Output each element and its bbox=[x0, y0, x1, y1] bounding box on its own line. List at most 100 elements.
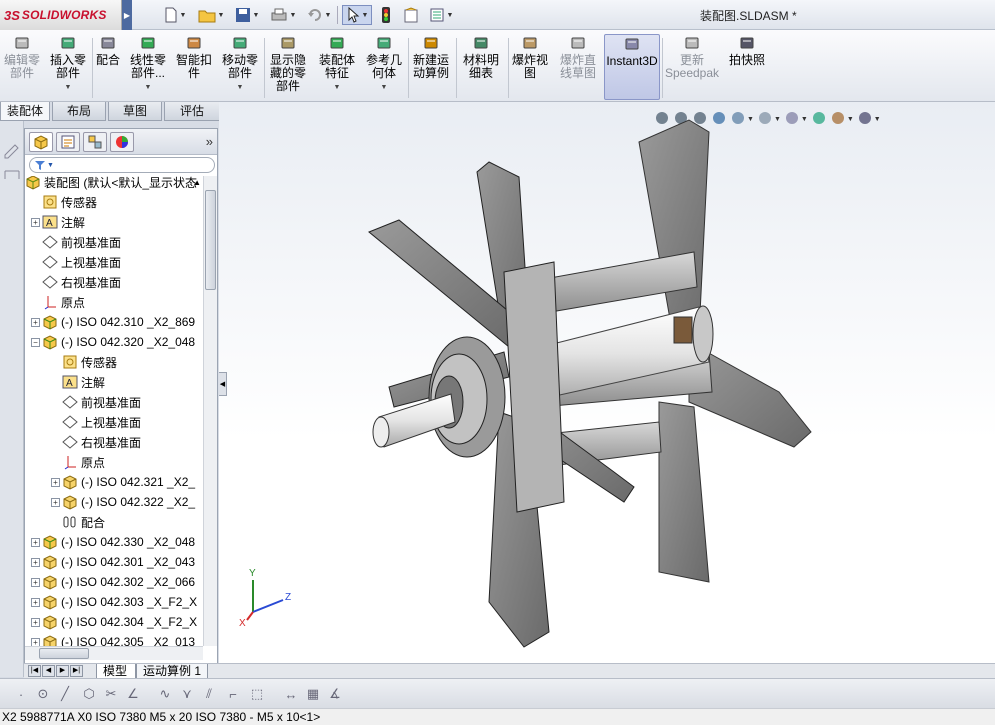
last-tab-icon[interactable]: ▶| bbox=[70, 665, 83, 677]
polygon-icon[interactable]: ⬡ bbox=[80, 685, 98, 703]
tree-item[interactable]: 上视基准面 bbox=[25, 252, 203, 272]
trim-icon[interactable]: ✂ bbox=[102, 685, 120, 703]
tree-expander[interactable]: − bbox=[31, 337, 40, 347]
first-tab-icon[interactable]: |◀ bbox=[28, 665, 41, 677]
tree-expander[interactable]: + bbox=[31, 637, 40, 646]
centerline-rect-icon[interactable]: ⬚ bbox=[248, 685, 266, 703]
linear-pattern-button[interactable]: 线性零 部件... ▼ bbox=[126, 34, 170, 100]
command-tab[interactable]: 评估 bbox=[164, 102, 220, 121]
scrollbar-thumb[interactable] bbox=[39, 648, 89, 659]
exploded-view-button[interactable]: 爆炸视 图 bbox=[508, 34, 552, 100]
snapshot-button[interactable]: 拍快照 bbox=[722, 34, 772, 100]
tree-expander[interactable]: + bbox=[31, 217, 40, 227]
tree-expander[interactable]: + bbox=[31, 537, 40, 547]
edit-component-button[interactable]: 编辑零 部件 bbox=[0, 34, 44, 100]
tree-item[interactable]: + (-) ISO 042.304 _X_F2_X bbox=[25, 612, 203, 632]
tree-item[interactable]: 原点 bbox=[25, 292, 203, 312]
line-icon[interactable]: ╱ bbox=[56, 685, 74, 703]
offset-icon[interactable]: ⫽ bbox=[200, 685, 218, 703]
corner-rectangle-icon[interactable]: ⌐ bbox=[224, 685, 242, 703]
menu-expand-arrow-icon[interactable]: ▶ bbox=[122, 0, 132, 30]
tree-item[interactable]: + (-) ISO 042.303 _X_F2_X bbox=[25, 592, 203, 612]
tree-item[interactable]: 传感器 bbox=[25, 352, 203, 372]
featuremanager-tab[interactable] bbox=[29, 132, 53, 152]
tree-filter[interactable]: ▼ bbox=[29, 157, 215, 173]
tree-item[interactable]: A 注解 bbox=[25, 372, 203, 392]
dropdown-arrow-icon[interactable]: ▼ bbox=[65, 81, 72, 94]
show-hidden-components-button[interactable]: 显示隐 藏的零 部件 bbox=[264, 34, 312, 100]
assembly-features-button[interactable]: 装配体 特征 ▼ bbox=[314, 34, 360, 100]
dropdown-arrow-icon[interactable]: ▼ bbox=[334, 81, 341, 94]
dropdown-arrow-icon[interactable]: ▼ bbox=[145, 81, 152, 94]
tree-item[interactable]: 装配图 (默认<默认_显示状态 ▲ bbox=[25, 176, 203, 192]
command-tab[interactable]: 布局 bbox=[52, 102, 106, 121]
sketch-icon[interactable] bbox=[3, 141, 21, 159]
file-properties-button[interactable] bbox=[400, 5, 422, 25]
solidworks-logo[interactable]: 3S SOLIDWORKS bbox=[0, 0, 122, 30]
command-tab[interactable]: 草图 bbox=[108, 102, 162, 121]
tree-expander[interactable]: + bbox=[31, 597, 40, 607]
circle-icon[interactable]: ⊙ bbox=[34, 685, 52, 703]
new-document-button[interactable]: ▼ bbox=[160, 5, 190, 25]
scrollbar-thumb[interactable] bbox=[205, 190, 216, 290]
dropdown-arrow-icon[interactable]: ▼ bbox=[381, 81, 388, 94]
mirror-icon[interactable]: ⋎ bbox=[178, 685, 196, 703]
command-tab[interactable]: 装配体 bbox=[0, 102, 50, 121]
tree-item[interactable]: 配合 bbox=[25, 512, 203, 532]
tree-expander[interactable]: + bbox=[31, 617, 40, 627]
tree-item[interactable]: 前视基准面 bbox=[25, 232, 203, 252]
reference-geometry-button[interactable]: 参考几 何体 ▼ bbox=[362, 34, 406, 100]
graphics-area[interactable]: ◀ ▼ ▼ ▼ ▼ ▼ Y Z X bbox=[219, 102, 995, 663]
tree-item[interactable]: + (-) ISO 042.330 _X2_048 bbox=[25, 532, 203, 552]
tree-expander[interactable]: + bbox=[31, 557, 40, 567]
undo-button[interactable]: ▼ bbox=[304, 5, 334, 25]
displaymanager-tab[interactable] bbox=[110, 132, 134, 152]
mate-button[interactable]: 配合 bbox=[92, 34, 124, 100]
assembly-model-view[interactable]: Y Z X bbox=[219, 102, 995, 663]
tree-item[interactable]: + (-) ISO 042.305 _X2_013 bbox=[25, 632, 203, 646]
spline-icon[interactable]: ∿ bbox=[156, 685, 174, 703]
save-button[interactable]: ▼ bbox=[232, 5, 262, 25]
tree-item[interactable]: + (-) ISO 042.301 _X2_043 bbox=[25, 552, 203, 572]
model-tab[interactable]: 运动算例 1 bbox=[136, 664, 208, 679]
tree-item[interactable]: + (-) ISO 042.302 _X2_066 bbox=[25, 572, 203, 592]
tree-item[interactable]: − (-) ISO 042.320 _X2_048 bbox=[25, 332, 203, 352]
tree-item[interactable]: 右视基准面 bbox=[25, 272, 203, 292]
grid-icon[interactable]: ▦ bbox=[304, 685, 322, 703]
smart-dimension-icon[interactable] bbox=[3, 165, 21, 183]
next-tab-icon[interactable]: ▶ bbox=[56, 665, 69, 677]
tree-expander[interactable]: + bbox=[31, 577, 40, 587]
angle-line-icon[interactable]: ∠ bbox=[124, 685, 142, 703]
angle-icon[interactable]: ∡ bbox=[326, 685, 344, 703]
prev-tab-icon[interactable]: ◀ bbox=[42, 665, 55, 677]
tree-item[interactable]: 上视基准面 bbox=[25, 412, 203, 432]
tree-item[interactable]: 原点 bbox=[25, 452, 203, 472]
propertymanager-tab[interactable] bbox=[56, 132, 80, 152]
dropdown-arrow-icon[interactable]: ▼ bbox=[237, 81, 244, 94]
tree-item[interactable]: 右视基准面 bbox=[25, 432, 203, 452]
insert-component-button[interactable]: 插入零 部件 ▼ bbox=[46, 34, 90, 100]
tree-expander[interactable]: + bbox=[31, 317, 40, 327]
explode-line-sketch-button[interactable]: 爆炸直 线草图 bbox=[554, 34, 602, 100]
open-button[interactable]: ▼ bbox=[196, 5, 226, 25]
options-button[interactable]: ▼ bbox=[426, 5, 456, 25]
point-icon[interactable]: · bbox=[12, 685, 30, 703]
select-button[interactable]: ▼ bbox=[342, 5, 372, 25]
tree-item[interactable]: 前视基准面 bbox=[25, 392, 203, 412]
smart-fasteners-button[interactable]: 智能扣 件 bbox=[172, 34, 216, 100]
tree-item[interactable]: + (-) ISO 042.321 _X2_ bbox=[25, 472, 203, 492]
tree-item[interactable]: + (-) ISO 042.310 _X2_869 bbox=[25, 312, 203, 332]
print-button[interactable]: ▼ bbox=[268, 5, 298, 25]
more-tabs-button[interactable]: » bbox=[206, 134, 213, 149]
new-motion-study-button[interactable]: 新建运 动算例 bbox=[408, 34, 454, 100]
tree-item[interactable]: + A 注解 bbox=[25, 212, 203, 232]
tree-expander[interactable]: + bbox=[51, 497, 60, 507]
tree-item[interactable]: + (-) ISO 042.322 _X2_ bbox=[25, 492, 203, 512]
move-component-button[interactable]: 移动零 部件 ▼ bbox=[218, 34, 262, 100]
tree-horizontal-scrollbar[interactable] bbox=[25, 646, 203, 660]
update-speedpak-button[interactable]: 更新 Speedpak bbox=[664, 34, 720, 100]
bill-of-materials-button[interactable]: 材料明 细表 bbox=[456, 34, 506, 100]
instant3d-button[interactable]: Instant3D bbox=[604, 34, 660, 100]
tree-expander[interactable]: + bbox=[51, 477, 60, 487]
collapse-tree-icon[interactable]: ▲ bbox=[193, 178, 201, 187]
